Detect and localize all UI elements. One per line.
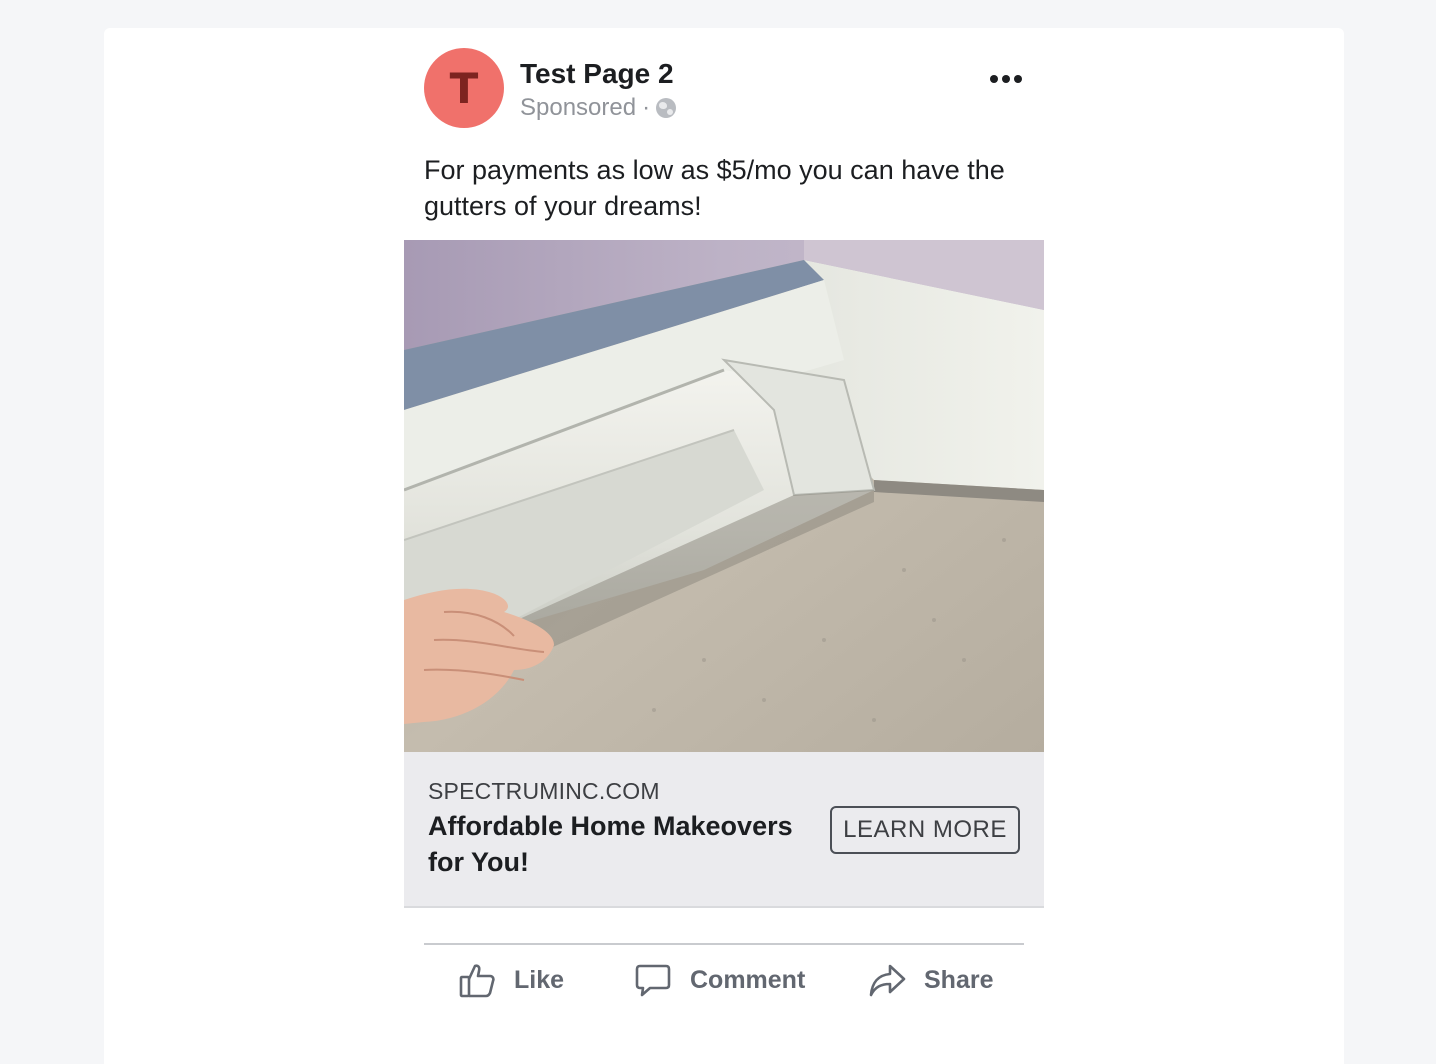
link-preview[interactable]: SPECTRUMINC.COM Affordable Home Makeover… xyxy=(404,752,1044,908)
learn-more-button[interactable]: LEARN MORE xyxy=(830,806,1020,854)
comment-label: Comment xyxy=(690,965,806,994)
post-message: For payments as low as $5/mo you can hav… xyxy=(424,155,1005,221)
sponsored-label[interactable]: Sponsored xyxy=(520,94,636,122)
share-button[interactable]: Share xyxy=(868,958,993,1002)
share-label: Share xyxy=(924,965,994,994)
link-domain: SPECTRUMINC.COM xyxy=(428,778,660,804)
post-meta: Sponsored · xyxy=(520,94,677,122)
globe-icon[interactable] xyxy=(656,98,677,118)
thumbs-up-icon xyxy=(458,961,496,999)
like-label: Like xyxy=(514,965,565,994)
avatar-letter: T xyxy=(449,63,479,113)
ad-image[interactable] xyxy=(404,240,1044,752)
like-button[interactable]: Like xyxy=(458,958,564,1002)
page-avatar[interactable]: T xyxy=(424,48,504,128)
share-arrow-icon xyxy=(868,961,906,999)
comment-bubble-icon xyxy=(634,961,672,999)
actions-divider xyxy=(424,943,1024,945)
page-name-link[interactable]: Test Page 2 xyxy=(520,58,674,90)
link-headline[interactable]: Affordable Home Makeovers for You! xyxy=(428,808,828,880)
more-options-icon[interactable] xyxy=(984,64,1028,94)
meta-separator: · xyxy=(642,94,651,121)
comment-button[interactable]: Comment xyxy=(634,958,805,1002)
post-actions-bar: Like Comment Share xyxy=(424,948,1024,1012)
sponsored-post: T Test Page 2 Sponsored · For payments a… xyxy=(404,28,1044,1064)
